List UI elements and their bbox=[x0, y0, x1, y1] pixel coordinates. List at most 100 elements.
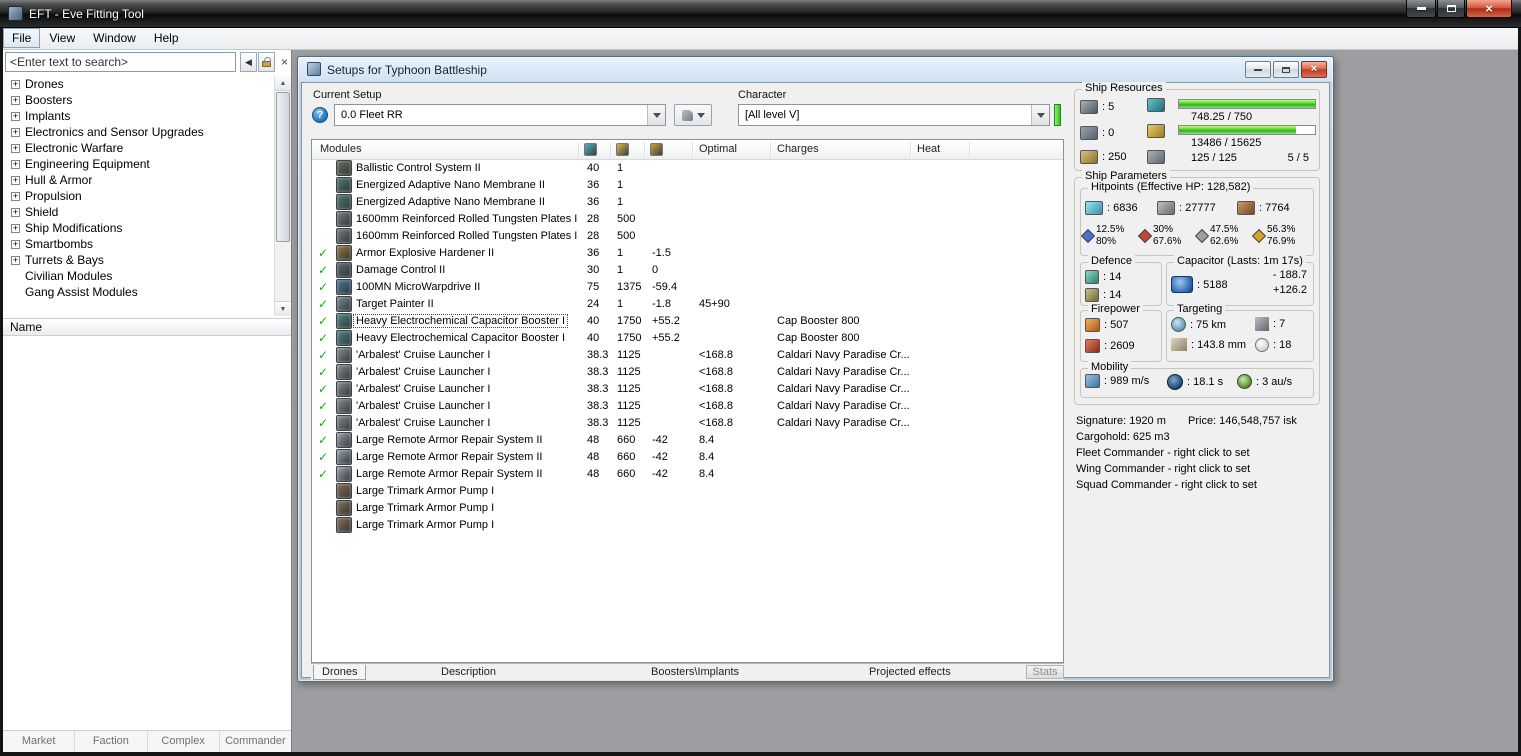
module-row[interactable]: 1600mm Reinforced Rolled Tungsten Plates… bbox=[312, 211, 1063, 228]
tree-item[interactable]: +Boosters bbox=[4, 92, 273, 108]
search-back-button[interactable]: ◀ bbox=[240, 52, 257, 72]
current-setup-combobox[interactable]: 0.0 Fleet RR bbox=[334, 104, 666, 126]
module-row[interactable]: Ballistic Control System II401 bbox=[312, 160, 1063, 177]
squad-commander-text[interactable]: Squad Commander - right click to set bbox=[1076, 477, 1322, 493]
module-row[interactable]: ✓Large Remote Armor Repair System II4866… bbox=[312, 466, 1063, 483]
menu-help[interactable]: Help bbox=[145, 28, 188, 48]
tree-item[interactable]: +Ship Modifications bbox=[4, 220, 273, 236]
sidebar-tab-faction[interactable]: Faction bbox=[75, 731, 147, 752]
module-row[interactable]: ✓'Arbalest' Cruise Launcher I38.31125<16… bbox=[312, 415, 1063, 432]
tree-item[interactable]: +Hull & Armor bbox=[4, 172, 273, 188]
minimize-button[interactable] bbox=[1406, 0, 1436, 18]
tree-item[interactable]: Gang Assist Modules bbox=[4, 284, 273, 300]
module-name: Heavy Electrochemical Capacitor Booster … bbox=[354, 315, 567, 327]
module-row[interactable]: Large Trimark Armor Pump I bbox=[312, 517, 1063, 534]
module-row[interactable]: ✓'Arbalest' Cruise Launcher I38.31125<16… bbox=[312, 364, 1063, 381]
scroll-up-icon[interactable]: ▲ bbox=[275, 76, 291, 91]
column-heat[interactable]: Heat bbox=[917, 143, 940, 155]
setup-maximize-button[interactable] bbox=[1273, 61, 1299, 78]
setup-titlebar[interactable]: Setups for Typhoon Battleship × bbox=[298, 57, 1333, 82]
chevron-down-icon[interactable] bbox=[647, 105, 665, 125]
setup-minimize-button[interactable] bbox=[1245, 61, 1271, 78]
menu-window[interactable]: Window bbox=[84, 28, 145, 48]
menu-view[interactable]: View bbox=[40, 28, 84, 48]
module-row[interactable]: ✓'Arbalest' Cruise Launcher I38.31125<16… bbox=[312, 347, 1063, 364]
wing-commander-text[interactable]: Wing Commander - right click to set bbox=[1076, 461, 1322, 477]
fleet-commander-text[interactable]: Fleet Commander - right click to set bbox=[1076, 445, 1322, 461]
search-input[interactable] bbox=[5, 52, 236, 72]
titlebar[interactable]: EFT - Eve Fitting Tool × bbox=[0, 0, 1521, 28]
stats-button[interactable]: Stats bbox=[1026, 665, 1064, 679]
tree-item[interactable]: +Electronic Warfare bbox=[4, 140, 273, 156]
column-modules[interactable]: Modules bbox=[320, 143, 362, 155]
tree-item[interactable]: +Implants bbox=[4, 108, 273, 124]
tree-item[interactable]: +Turrets & Bays bbox=[4, 252, 273, 268]
powergrid-icon[interactable] bbox=[616, 143, 629, 156]
tree-item[interactable]: +Electronics and Sensor Upgrades bbox=[4, 124, 273, 140]
sidebar-tab-complex[interactable]: Complex bbox=[148, 731, 220, 752]
expand-plus-icon[interactable]: + bbox=[11, 160, 20, 169]
expand-plus-icon[interactable]: + bbox=[11, 224, 20, 233]
tab-description[interactable]: Description bbox=[433, 665, 504, 679]
search-clear-button[interactable]: × bbox=[277, 52, 292, 72]
sidebar-tab-market[interactable]: Market bbox=[3, 731, 75, 752]
lock-button[interactable] bbox=[258, 52, 275, 72]
setup-close-button[interactable]: × bbox=[1301, 61, 1327, 78]
chevron-down-icon[interactable] bbox=[1031, 105, 1049, 125]
capacitor-usage-icon[interactable] bbox=[650, 143, 663, 156]
expand-plus-icon[interactable]: + bbox=[11, 128, 20, 137]
setup-tools-button[interactable] bbox=[674, 104, 712, 126]
module-row[interactable]: Energized Adaptive Nano Membrane II361 bbox=[312, 177, 1063, 194]
module-row[interactable]: Large Trimark Armor Pump I bbox=[312, 500, 1063, 517]
column-optimal[interactable]: Optimal bbox=[699, 143, 737, 155]
expand-plus-icon[interactable]: + bbox=[11, 96, 20, 105]
module-row[interactable]: Large Trimark Armor Pump I bbox=[312, 483, 1063, 500]
module-row[interactable]: ✓Armor Explosive Hardener II361-1.5 bbox=[312, 245, 1063, 262]
scrollbar-thumb[interactable] bbox=[276, 92, 290, 242]
maximize-button[interactable] bbox=[1437, 0, 1465, 18]
tree-item[interactable]: +Smartbombs bbox=[4, 236, 273, 252]
module-icon bbox=[336, 279, 352, 295]
expand-plus-icon[interactable]: + bbox=[11, 240, 20, 249]
scroll-down-icon[interactable]: ▼ bbox=[275, 301, 291, 316]
expand-plus-icon[interactable]: + bbox=[11, 80, 20, 89]
module-row[interactable]: ✓'Arbalest' Cruise Launcher I38.31125<16… bbox=[312, 381, 1063, 398]
module-row[interactable]: ✓100MN MicroWarpdrive II751375-59.4 bbox=[312, 279, 1063, 296]
eft-application-window: EFT - Eve Fitting Tool × FileViewWindowH… bbox=[0, 0, 1521, 756]
close-button[interactable]: × bbox=[1466, 0, 1512, 18]
module-row[interactable]: 1600mm Reinforced Rolled Tungsten Plates… bbox=[312, 228, 1063, 245]
sidebar-tab-commander[interactable]: Commander bbox=[220, 731, 291, 752]
column-charges[interactable]: Charges bbox=[777, 143, 819, 155]
tree-item[interactable]: +Propulsion bbox=[4, 188, 273, 204]
expand-plus-icon[interactable]: + bbox=[11, 112, 20, 121]
tab-projected-effects[interactable]: Projected effects bbox=[861, 665, 959, 679]
expand-plus-icon[interactable]: + bbox=[11, 176, 20, 185]
tab-boosters-implants[interactable]: Boosters\Implants bbox=[643, 665, 747, 679]
cpu-icon[interactable] bbox=[584, 143, 597, 156]
module-row[interactable]: ✓Heavy Electrochemical Capacitor Booster… bbox=[312, 313, 1063, 330]
active-check-icon: ✓ bbox=[318, 382, 328, 396]
module-row[interactable]: ✓Heavy Electrochemical Capacitor Booster… bbox=[312, 330, 1063, 347]
module-row[interactable]: Energized Adaptive Nano Membrane II361 bbox=[312, 194, 1063, 211]
expand-plus-icon[interactable]: + bbox=[11, 144, 20, 153]
module-row[interactable]: ✓'Arbalest' Cruise Launcher I38.31125<16… bbox=[312, 398, 1063, 415]
tree-item[interactable]: +Engineering Equipment bbox=[4, 156, 273, 172]
menu-file[interactable]: File bbox=[3, 28, 40, 48]
module-row[interactable]: ✓Large Remote Armor Repair System II4866… bbox=[312, 449, 1063, 466]
expand-plus-icon[interactable]: + bbox=[11, 256, 20, 265]
tree-item[interactable]: +Drones bbox=[4, 76, 273, 92]
module-row[interactable]: ✓Target Painter II241-1.845+90 bbox=[312, 296, 1063, 313]
modules-table-header[interactable]: Modules Optimal Charges Heat bbox=[312, 140, 1063, 160]
module-row[interactable]: ✓Damage Control II3010 bbox=[312, 262, 1063, 279]
character-combobox[interactable]: [All level V] bbox=[738, 104, 1050, 126]
module-row[interactable]: ✓Large Remote Armor Repair System II4866… bbox=[312, 432, 1063, 449]
expand-plus-icon[interactable]: + bbox=[11, 208, 20, 217]
tree-item[interactable]: +Shield bbox=[4, 204, 273, 220]
tree-item[interactable]: Civilian Modules bbox=[4, 268, 273, 284]
expand-plus-icon[interactable]: + bbox=[11, 192, 20, 201]
help-icon[interactable]: ? bbox=[312, 107, 328, 123]
module-cpu-value: 48 bbox=[587, 468, 599, 480]
tree-scrollbar[interactable]: ▲ ▼ bbox=[274, 76, 291, 316]
name-column-header[interactable]: Name bbox=[3, 318, 291, 336]
tab-drones[interactable]: Drones bbox=[313, 665, 366, 680]
